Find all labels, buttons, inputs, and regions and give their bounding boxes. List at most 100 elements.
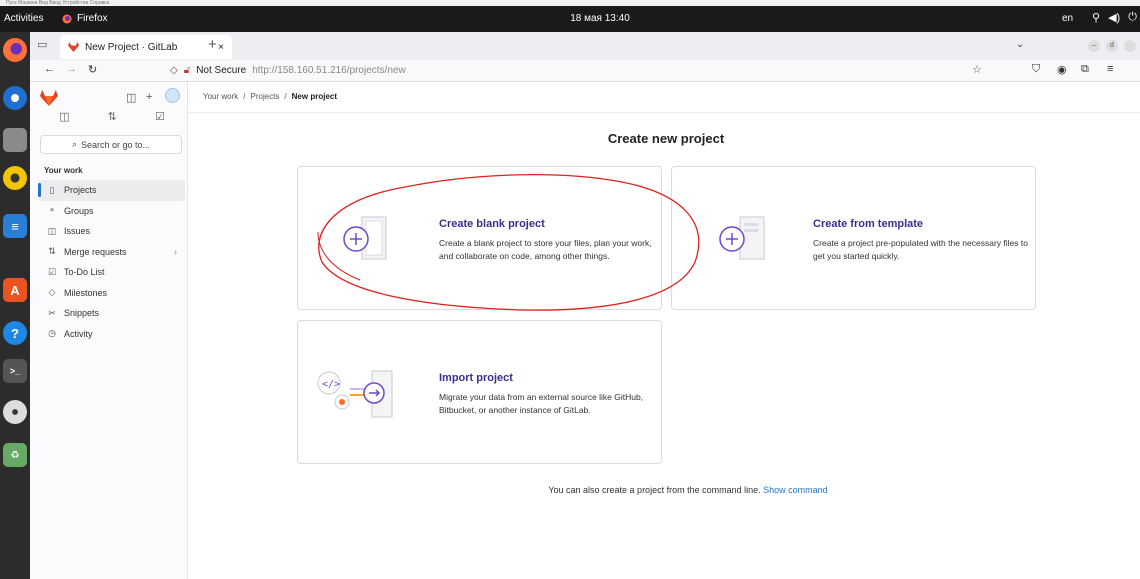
show-command-link[interactable]: Show command <box>763 485 828 495</box>
create-from-template-card[interactable]: Create from template Create a project pr… <box>671 166 1036 310</box>
template-illustration-icon <box>719 216 765 260</box>
new-tab-button[interactable]: + <box>208 36 217 53</box>
reload-icon[interactable]: ↻ <box>88 63 97 76</box>
chevron-down-icon[interactable]: ⌄ <box>1016 39 1024 50</box>
sidebar-item-label: Activity <box>64 328 93 339</box>
merge-requests-quick-icon[interactable]: ⇅ <box>108 110 117 130</box>
help-dock-icon[interactable]: ? <box>3 321 27 345</box>
card-title: Create from template <box>813 218 924 230</box>
sidebar-item-todo-list[interactable]: ☑ To-Do List <box>38 262 185 283</box>
group-icon: ⚬ <box>48 205 56 216</box>
breadcrumb-separator: / <box>284 92 287 101</box>
import-project-card[interactable]: </> Import project Migrate your data fro… <box>297 320 662 464</box>
sidebar-item-label: To-Do List <box>64 267 105 278</box>
sidebar-section-title: Your work <box>44 166 83 175</box>
tab-title: New Project · GitLab <box>85 41 178 53</box>
activities-button[interactable]: Activities <box>4 13 43 24</box>
list-all-tabs-icon[interactable]: ▭ <box>37 38 47 51</box>
language-indicator[interactable]: en <box>1062 13 1073 24</box>
forward-icon[interactable]: → <box>66 63 77 75</box>
firefox-dock-icon[interactable] <box>3 38 27 62</box>
files-dock-icon[interactable] <box>3 128 27 152</box>
gitlab-sidebar: ◫ + ◫ ⇅ ☑ ⌕ Search or go to... Your work… <box>30 82 188 579</box>
url-text[interactable]: http://158.160.51.216/projects/new <box>252 65 405 76</box>
extensions-icon[interactable]: ⧉ <box>1081 63 1089 76</box>
sidebar-item-projects[interactable]: ▯ Projects <box>38 180 185 201</box>
card-title: Import project <box>439 372 513 384</box>
screen: Пуск Машина Вид Ввод Устройства Справка … <box>0 0 1140 579</box>
pocket-icon[interactable]: ⛉ <box>1032 63 1040 76</box>
breadcrumb-new-project[interactable]: New project <box>292 92 337 101</box>
todo-icon: ☑ <box>47 266 57 277</box>
app-menu[interactable]: Firefox <box>62 13 108 24</box>
breadcrumb-your-work[interactable]: Your work <box>203 92 238 101</box>
card-title: Create blank project <box>439 218 545 230</box>
sidebar-item-merge-requests[interactable]: ⇅ Merge requests › <box>38 242 185 263</box>
extension-icon-b[interactable]: d <box>1106 40 1118 52</box>
main-content: Your work / Projects / New project Creat… <box>188 82 1140 579</box>
card-description: Create a project pre-populated with the … <box>813 238 1028 261</box>
activity-icon: ◷ <box>48 328 56 339</box>
sidebar-item-milestones[interactable]: ◇ Milestones <box>38 283 185 304</box>
terminal-dock-icon[interactable]: >_ <box>3 359 27 383</box>
sidebar-item-activity[interactable]: ◷ Activity <box>38 324 185 345</box>
system-tray[interactable]: ⚲ ◀) ⏻ <box>1092 11 1137 24</box>
chevron-right-icon: › <box>174 246 177 257</box>
power-icon: ⏻ <box>1128 11 1137 23</box>
breadcrumb: Your work / Projects / New project <box>203 92 337 101</box>
firefox-icon <box>62 14 72 23</box>
back-icon[interactable]: ← <box>44 63 55 75</box>
search-icon: ⌕ <box>71 139 77 149</box>
extension-icon-c[interactable] <box>1124 40 1136 52</box>
snippet-icon: ✂ <box>48 307 56 318</box>
extension-icon-a[interactable]: – <box>1088 40 1100 52</box>
security-label[interactable]: Not Secure <box>196 65 246 76</box>
create-new-icon[interactable]: + <box>146 91 152 103</box>
rhythmbox-dock-icon[interactable] <box>3 166 27 190</box>
gitlab-logo-icon[interactable] <box>40 90 58 106</box>
project-icon: ▯ <box>49 184 55 195</box>
svg-text:</>: </> <box>322 379 340 390</box>
search-button[interactable]: ⌕ Search or go to... <box>40 135 182 154</box>
bookmark-star-icon[interactable]: ☆ <box>972 63 982 76</box>
milestone-icon: ◇ <box>48 287 56 298</box>
software-dock-icon[interactable]: A <box>3 278 27 302</box>
sidebar-quick-actions: ◫ ⇅ ☑ <box>40 110 184 130</box>
disc-dock-icon[interactable] <box>3 400 27 424</box>
menu-icon[interactable]: ≡ <box>1107 63 1113 75</box>
blank-project-illustration-icon <box>343 216 387 260</box>
search-label: Search or go to... <box>81 139 151 150</box>
sidebar-item-label: Groups <box>64 205 94 216</box>
breadcrumb-separator: / <box>243 92 246 101</box>
header-divider <box>188 112 1140 113</box>
trash-dock-icon[interactable]: ♻ <box>3 443 27 467</box>
thunderbird-dock-icon[interactable] <box>3 86 27 110</box>
collapse-sidebar-icon[interactable]: ◫ <box>126 91 136 104</box>
writer-dock-icon[interactable]: ≡ <box>3 214 27 238</box>
not-secure-icon[interactable]: 🔓︎ <box>184 65 190 76</box>
sidebar-item-issues[interactable]: ◫ Issues <box>38 221 185 242</box>
tab-strip: ▭ New Project · GitLab × + ⌄ – d <box>30 32 1140 60</box>
navigation-toolbar: ← → ↻ ◇ 🔓︎ Not Secure http://158.160.51.… <box>30 60 1140 82</box>
import-illustration-icon: </> <box>317 370 393 418</box>
sidebar-header: ◫ + <box>30 88 188 108</box>
assigned-issues-icon[interactable]: ◫ <box>59 110 69 130</box>
todo-quick-icon[interactable]: ☑ <box>155 110 165 130</box>
breadcrumb-projects[interactable]: Projects <box>251 92 280 101</box>
command-line-hint: You can also create a project from the c… <box>188 485 1140 495</box>
shield-icon[interactable]: ◇ <box>170 65 178 76</box>
system-top-bar: Activities Firefox 18 мая 13:40 en ⚲ ◀) … <box>0 6 1140 32</box>
sidebar-item-snippets[interactable]: ✂ Snippets <box>38 303 185 324</box>
page-title: Create new project <box>607 131 725 146</box>
create-blank-project-card[interactable]: Create blank project Create a blank proj… <box>297 166 662 310</box>
clock[interactable]: 18 мая 13:40 <box>540 13 660 24</box>
sidebar-nav: ▯ Projects ⚬ Groups ◫ Issues ⇅ Merge request… <box>38 180 185 344</box>
tab-new-project[interactable]: New Project · GitLab × <box>60 35 232 59</box>
url-bar[interactable]: ◇ 🔓︎ Not Secure http://158.160.51.216/pr… <box>170 61 986 80</box>
account-icon[interactable]: ◉ <box>1057 63 1067 76</box>
volume-icon: ◀) <box>1108 12 1121 24</box>
sidebar-item-groups[interactable]: ⚬ Groups <box>38 201 185 222</box>
sidebar-item-label: Issues <box>64 226 91 237</box>
user-avatar[interactable] <box>165 88 180 103</box>
tab-close-icon[interactable]: × <box>218 42 224 53</box>
